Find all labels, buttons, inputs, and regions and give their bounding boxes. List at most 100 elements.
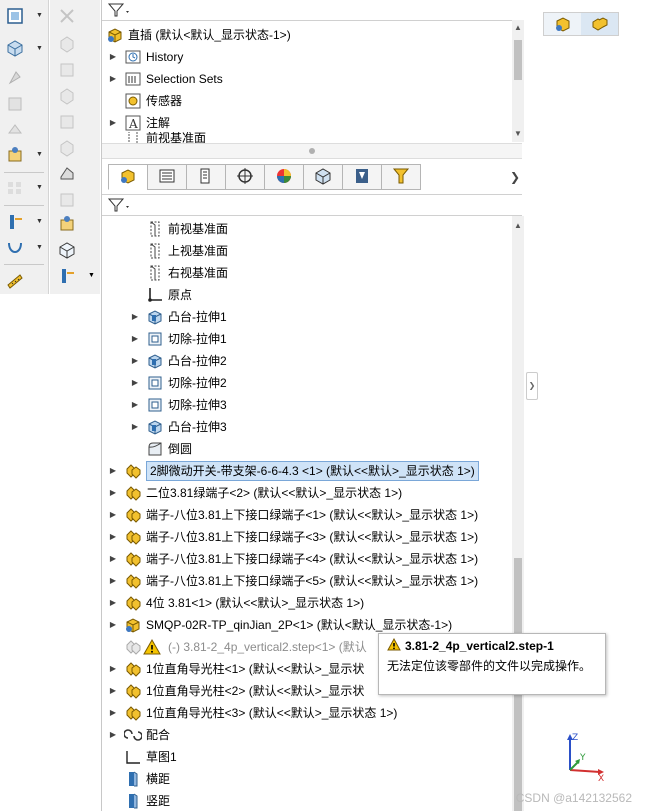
tree-item[interactable]: 倒圆 (130, 438, 192, 460)
tree-item-label: 端子-八位3.81上下接口绿端子<1> (默认<<默认>_显示状态 1>) (146, 508, 479, 522)
tree-item-sensors[interactable]: 传感器 (124, 90, 182, 112)
tree-item[interactable]: ▶ 端子-八位3.81上下接口绿端子<5> (默认<<默认>_显示状态 1>) (108, 570, 478, 592)
scroll-down-arrow-icon[interactable]: ▼ (512, 128, 524, 140)
assembly-icon (106, 26, 124, 44)
tree-item[interactable]: ▶ 凸台-拉伸2 (130, 350, 227, 372)
tree-item[interactable]: 右视基准面 (130, 262, 228, 284)
tree-item[interactable]: ▶ 端子-八位3.81上下接口绿端子<3> (默认<<默认>_显示状态 1>) (108, 526, 478, 548)
expand-arrow-icon[interactable]: ▶ (108, 548, 118, 570)
sketch-box-icon[interactable] (4, 6, 26, 26)
part-icon (124, 594, 142, 612)
measure-icon[interactable] (4, 272, 26, 292)
expand-arrow-icon[interactable]: ▶ (130, 328, 140, 350)
expand-arrow-icon[interactable]: ▶ (108, 570, 118, 592)
assembly-insert-icon[interactable] (56, 214, 78, 234)
dropdown-caret-icon[interactable]: ▼ (36, 218, 43, 225)
reference-geometry-icon[interactable] (4, 212, 26, 232)
tree-item[interactable]: 原点 (130, 284, 192, 306)
part-view-button[interactable] (544, 13, 581, 35)
tree-item[interactable]: ▶ 端子-八位3.81上下接口绿端子<1> (默认<<默认>_显示状态 1>) (108, 504, 478, 526)
tree-item[interactable]: ▶ 1位直角导光柱<2> (默认<<默认>_显示状 (108, 680, 364, 702)
tree-item-label: 1位直角导光柱<2> (默认<<默认>_显示状 (146, 684, 365, 698)
expand-arrow-icon[interactable]: ▶ (130, 372, 140, 394)
tree-item[interactable]: ▶ 凸台-拉伸1 (130, 306, 227, 328)
expand-arrow-icon[interactable]: ▶ (108, 46, 118, 68)
tree-scrollbar[interactable]: ▲ (512, 216, 524, 811)
tree-item[interactable]: ▶ 配合 (108, 724, 170, 746)
tree-item[interactable]: ▶ 4位 3.81<1> (默认<<默认>_显示状态 1>) (108, 592, 364, 614)
expand-arrow-icon[interactable]: ▶ (108, 526, 118, 548)
configurationmanager-tab[interactable] (186, 164, 225, 190)
simulation-tab[interactable] (342, 164, 381, 190)
dropdown-caret-icon[interactable]: ▼ (88, 272, 95, 279)
tree-item-history[interactable]: ▶ History (108, 46, 183, 68)
assembly-tool-icon[interactable] (4, 145, 26, 165)
expand-arrow-icon[interactable]: ▶ (108, 112, 118, 134)
plane-icon (146, 242, 164, 260)
tree-item[interactable]: ▶ 切除-拉伸2 (130, 372, 227, 394)
tree-item[interactable]: ▶ 切除-拉伸3 (130, 394, 227, 416)
tree-item-selection-sets[interactable]: ▶ Selection Sets (108, 68, 223, 90)
dropdown-caret-icon[interactable]: ▼ (36, 244, 43, 251)
tooltip-title: 3.81-2_4p_vertical2.step-1 (405, 639, 554, 653)
tree-item[interactable]: 横距 (108, 768, 170, 790)
tabs-scroll-right-icon[interactable]: ❯ (510, 170, 520, 184)
expand-arrow-icon[interactable]: ▶ (108, 504, 118, 526)
expand-arrow-icon[interactable]: ▶ (130, 306, 140, 328)
expand-arrow-icon[interactable]: ▶ (108, 702, 118, 724)
reference-plane-icon[interactable] (56, 266, 78, 286)
flow-tab[interactable] (381, 164, 421, 190)
expand-arrow-icon[interactable]: ▶ (130, 416, 140, 438)
tree-item[interactable]: ▶ 1位直角导光柱<1> (默认<<默认>_显示状 (108, 658, 364, 680)
tree-item[interactable]: (-) 3.81-2_4p_vertical2.step<1> (默认 (108, 636, 367, 658)
scroll-up-arrow-icon[interactable]: ▲ (512, 22, 524, 34)
dropdown-caret-icon[interactable]: ▼ (36, 12, 43, 19)
expand-arrow-icon[interactable]: ▶ (108, 658, 118, 680)
expand-arrow-icon[interactable]: ▶ (108, 680, 118, 702)
panel-collapse-handle[interactable]: ❯ (526, 372, 538, 400)
tree-item[interactable]: ▶ 1位直角导光柱<3> (默认<<默认>_显示状态 1>) (108, 702, 397, 724)
expand-arrow-icon[interactable]: ▶ (108, 482, 118, 504)
tree-item[interactable]: ▶ 端子-八位3.81上下接口绿端子<4> (默认<<默认>_显示状态 1>) (108, 548, 478, 570)
dimxpert-tab[interactable] (225, 164, 264, 190)
tree-item[interactable]: 上视基准面 (130, 240, 228, 262)
tree-item[interactable]: 竖距 (108, 790, 170, 812)
scroll-up-arrow-icon[interactable]: ▲ (512, 220, 524, 232)
dropdown-caret-icon[interactable]: ▼ (36, 151, 43, 158)
cam-tab[interactable] (303, 164, 342, 190)
filter-funnel-icon[interactable] (107, 2, 132, 21)
origin-icon (146, 286, 164, 304)
tree-item[interactable]: ▶ 凸台-拉伸3 (130, 416, 227, 438)
expand-arrow-icon[interactable]: ▶ (108, 614, 118, 636)
part-cube-icon[interactable] (56, 240, 78, 260)
tree-item[interactable]: 草图1 (108, 746, 177, 768)
upper-scrollbar[interactable]: ▲ ▼ (512, 20, 524, 142)
tree-item[interactable]: ▶ 2脚微动开关-带支架-6-6-4.3 <1> (默认<<默认>_显示状态 1>… (108, 460, 479, 482)
panel-splitter[interactable] (102, 143, 522, 159)
tree-item[interactable]: ▶ 二位3.81绿端子<2> (默认<<默认>_显示状态 1>) (108, 482, 402, 504)
tree-item[interactable]: ▶ 切除-拉伸1 (130, 328, 227, 350)
filter-funnel-icon[interactable] (107, 197, 132, 216)
assembly-view-button[interactable] (581, 13, 618, 35)
propertymanager-tab[interactable] (147, 164, 186, 190)
display-manager-tab[interactable] (264, 164, 303, 190)
expand-arrow-icon[interactable]: ▶ (108, 592, 118, 614)
expand-arrow-icon[interactable]: ▶ (108, 460, 118, 482)
scroll-thumb[interactable] (514, 40, 522, 80)
expand-arrow-icon[interactable]: ▶ (130, 394, 140, 416)
featuremanager-tab[interactable] (108, 164, 147, 190)
tree-item[interactable]: 前视基准面 (130, 218, 228, 240)
expand-arrow-icon[interactable]: ▶ (130, 350, 140, 372)
expand-arrow-icon[interactable]: ▶ (108, 68, 118, 90)
tree-item-annotations[interactable]: ▶ A 注解 (108, 112, 170, 134)
dropdown-caret-icon[interactable]: ▼ (36, 45, 43, 52)
extrude-boss-icon[interactable] (4, 38, 26, 58)
assembly-icon (124, 616, 142, 634)
curves-icon[interactable] (4, 238, 26, 258)
expand-arrow-icon[interactable]: ▶ (108, 724, 118, 746)
dropdown-caret-icon[interactable]: ▼ (36, 184, 43, 191)
tree-root-assembly[interactable]: 直插 (默认<默认_显示状态-1>) (106, 24, 291, 46)
tree-item-label: 草图1 (146, 750, 177, 764)
wrap-icon[interactable] (56, 164, 78, 184)
disabled-tool-icon (4, 68, 26, 88)
